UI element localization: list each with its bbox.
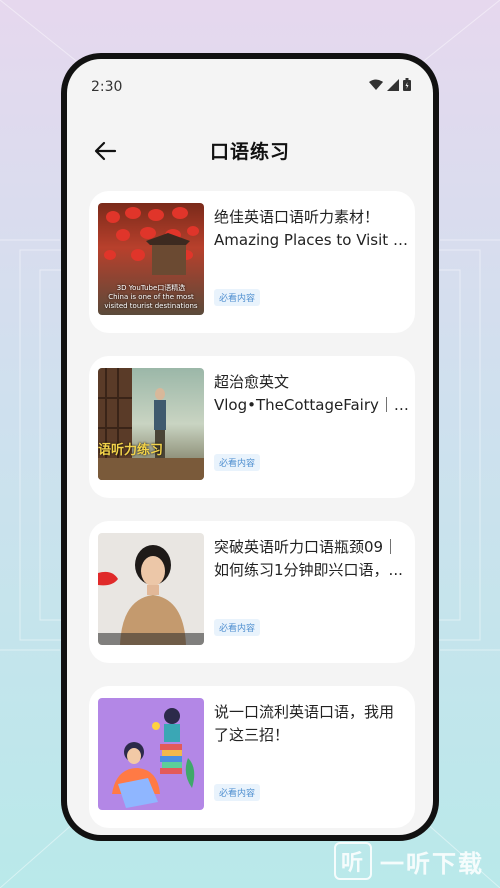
- video-title: 绝佳英语口语听力素材！ Amazing Places to Visit in .…: [214, 206, 409, 252]
- study-illustration: [112, 708, 195, 808]
- video-title-line: 超治愈英文: [214, 373, 290, 391]
- thumbnail-caption-line: China is one of the most: [108, 293, 194, 301]
- video-thumbnail[interactable]: 3D YouTube口语精选 China is one of the most …: [98, 203, 204, 315]
- video-title-line: 如何练习1分钟即兴口语，...: [214, 561, 403, 579]
- video-title: 说一口流利英语口语，我用 了这三招！: [214, 701, 409, 747]
- battery-icon: [403, 78, 411, 91]
- status-time: 2:30: [91, 79, 123, 95]
- video-title-line: 绝佳英语口语听力素材！: [214, 208, 380, 226]
- thumbnail-caption-line: 3D YouTube口语精选: [116, 284, 186, 292]
- thumbnail-caption-line: visited tourist destinations: [104, 302, 198, 310]
- phone-frame: 2:30 口语练习 3D YouTube口语精选 China is one of…: [61, 53, 439, 841]
- status-icons: [369, 78, 411, 91]
- cottage-illustration: [98, 368, 204, 480]
- video-title-line: Vlog•TheCottageFairy｜英...: [214, 396, 409, 414]
- recommended-tag: 必看内容: [214, 454, 261, 471]
- video-thumbnail[interactable]: [98, 698, 204, 810]
- video-card[interactable]: 说一口流利英语口语，我用 了这三招！ 必看内容: [89, 686, 415, 828]
- video-card[interactable]: 语听力练习 超治愈英文 Vlog•TheCottageFairy｜英... 必看…: [89, 356, 415, 498]
- video-thumbnail[interactable]: 语听力练习: [98, 368, 204, 480]
- wifi-icon: [369, 79, 383, 90]
- page-title: 口语练习: [209, 141, 290, 163]
- video-title-line: 说一口流利英语口语，我用: [214, 703, 395, 721]
- video-title-line: 突破英语听力口语瓶颈09｜: [214, 538, 399, 556]
- watermark-logo: 听: [334, 842, 372, 880]
- thumbnail-caption: 3D YouTube口语精选 China is one of the most …: [98, 284, 204, 311]
- recommended-tag: 必看内容: [214, 784, 261, 801]
- video-card[interactable]: 3D YouTube口语精选 China is one of the most …: [89, 191, 415, 333]
- recommended-tag: 必看内容: [214, 289, 261, 306]
- thumbnail-caption: 语听力练习: [98, 443, 164, 458]
- page-header: 口语练习: [67, 129, 433, 173]
- recommended-tag: 必看内容: [214, 619, 261, 636]
- video-title: 突破英语听力口语瓶颈09｜ 如何练习1分钟即兴口语，...: [214, 536, 409, 582]
- video-card[interactable]: 突破英语听力口语瓶颈09｜ 如何练习1分钟即兴口语，... 必看内容: [89, 521, 415, 663]
- video-title-line: Amazing Places to Visit in ...: [214, 231, 409, 249]
- status-bar: 2:30: [67, 59, 433, 115]
- site-watermark: 听 一听下载: [334, 842, 484, 880]
- presenter-illustration: [98, 545, 204, 645]
- app-screen: 2:30 口语练习 3D YouTube口语精选 China is one of…: [67, 59, 433, 835]
- video-title-line: 了这三招！: [214, 726, 290, 744]
- video-title: 超治愈英文 Vlog•TheCottageFairy｜英...: [214, 371, 409, 417]
- signal-icon: [387, 78, 399, 91]
- watermark-text: 一听下载: [380, 849, 484, 878]
- video-thumbnail[interactable]: [98, 533, 204, 645]
